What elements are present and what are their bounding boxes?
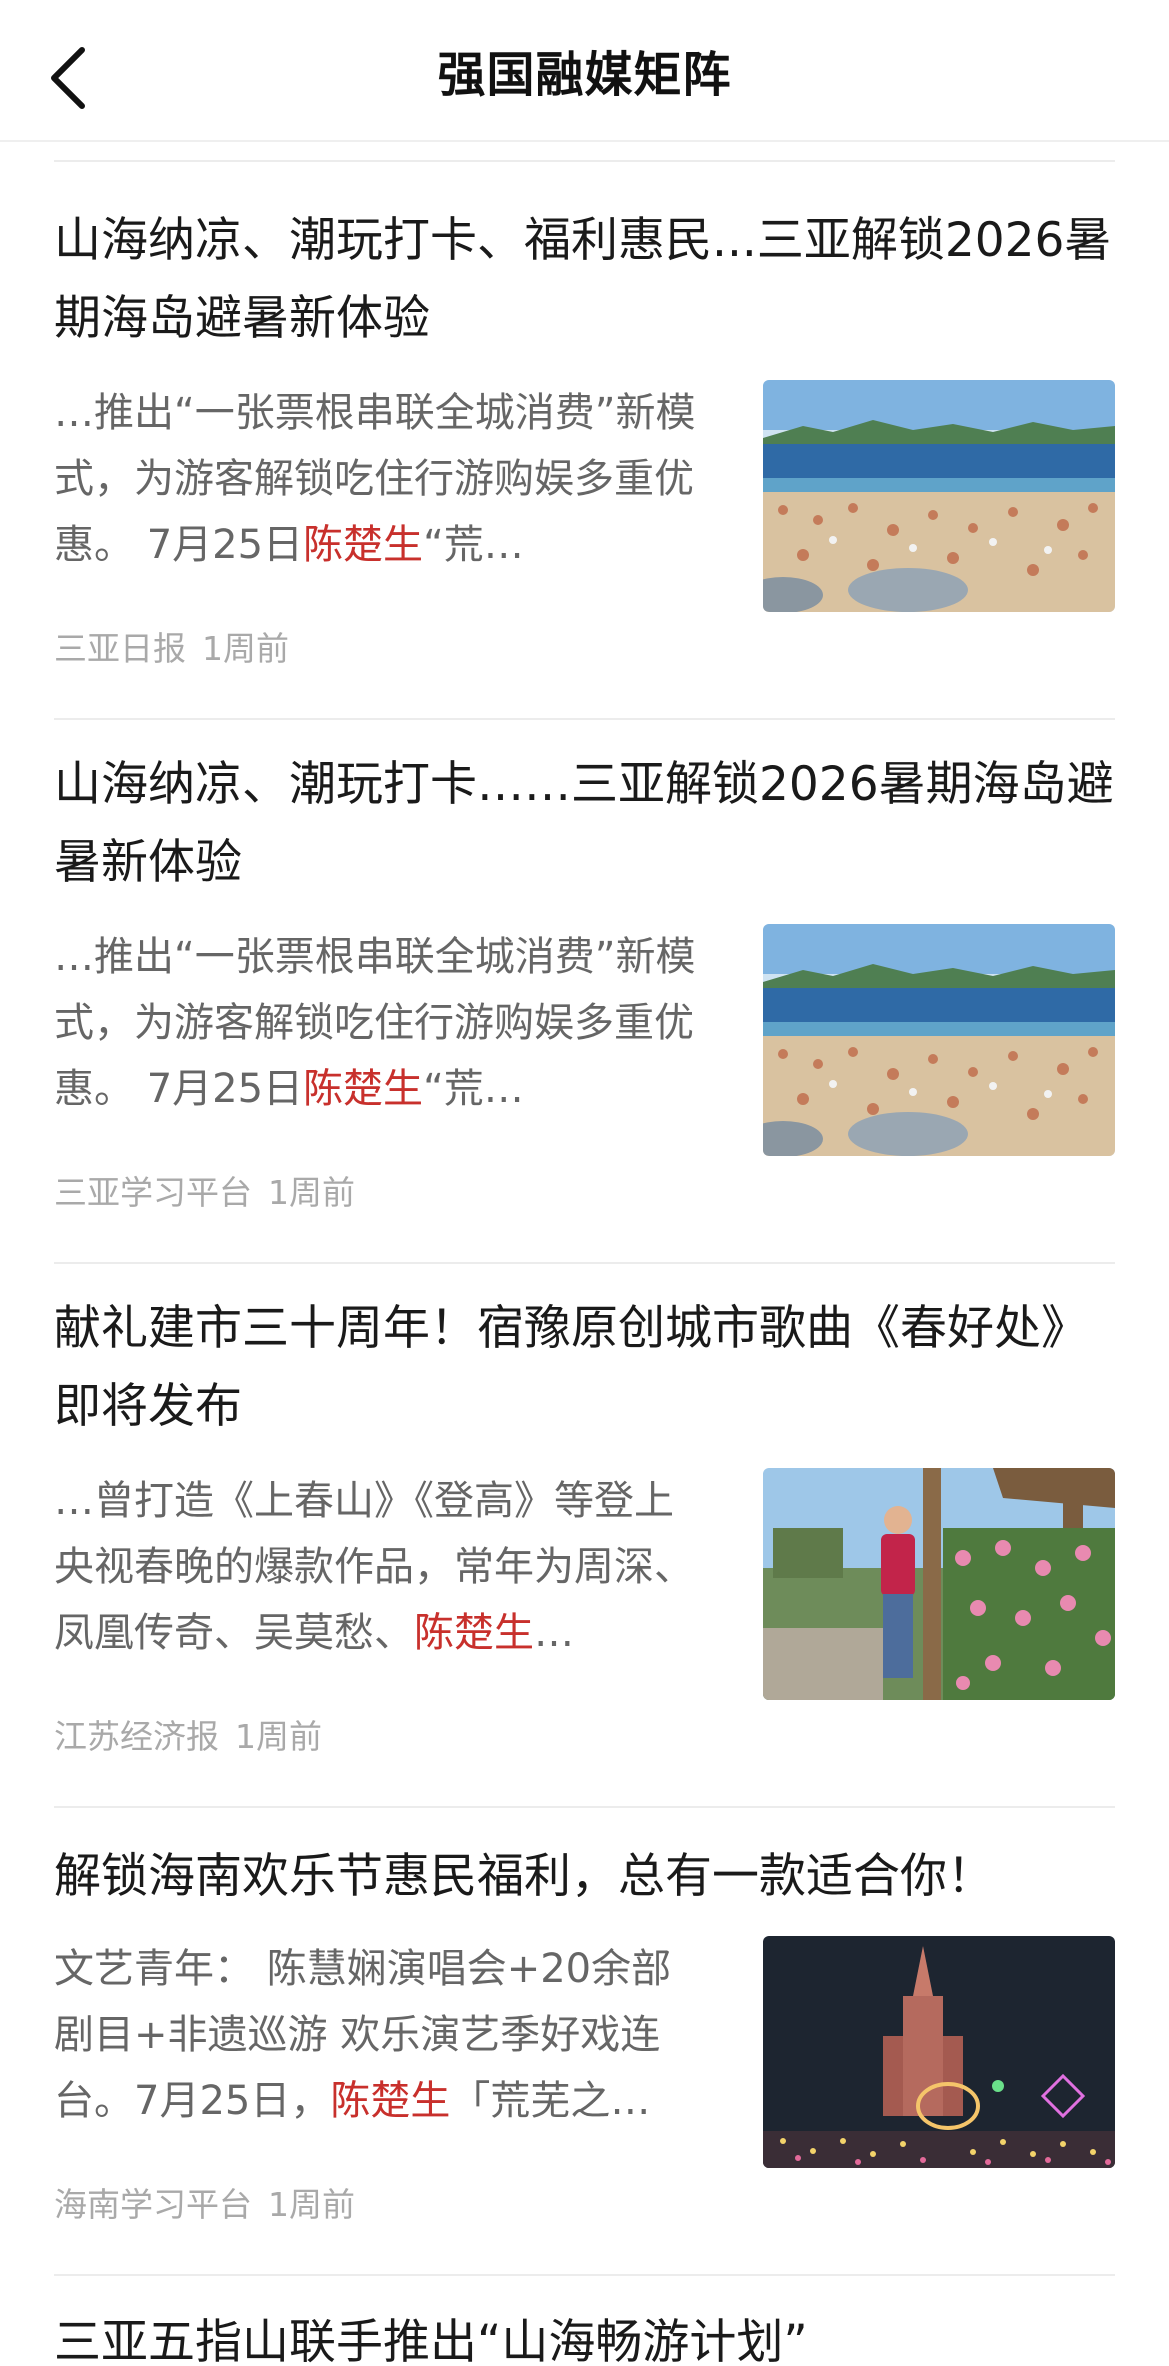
highlight-keyword: 陈楚生 bbox=[414, 1610, 534, 1656]
divider bbox=[54, 1806, 1115, 1808]
beach-photo bbox=[763, 380, 1115, 612]
night-castle-photo bbox=[763, 1936, 1115, 2168]
news-thumbnail[interactable] bbox=[763, 1468, 1115, 1700]
news-source: 海南学习平台 bbox=[54, 2185, 252, 2224]
news-time: 1周前 bbox=[202, 629, 289, 668]
highlight-keyword: 陈楚生 bbox=[330, 2078, 451, 2124]
news-snippet: …曾打造《上春山》《登高》等登上央视春晚的爆款作品，常年为周深、凤凰传奇、吴莫愁… bbox=[54, 1478, 694, 1656]
news-time: 1周前 bbox=[268, 1173, 355, 1212]
highlight-keyword: 陈楚生 bbox=[303, 1066, 424, 1112]
news-thumbnail[interactable] bbox=[763, 1936, 1115, 2168]
top-bar: 强国融媒矩阵 bbox=[0, 0, 1169, 142]
news-item[interactable]: 解锁海南欢乐节惠民福利，总有一款适合你！ 文艺青年： 陈慧娴演唱会+20余部剧目… bbox=[54, 1838, 1115, 2276]
divider bbox=[54, 160, 1115, 162]
news-meta: 江苏经济报 1周前 bbox=[54, 1712, 1115, 1762]
news-source: 三亚学习平台 bbox=[54, 1173, 252, 1212]
beach-photo bbox=[763, 924, 1115, 1156]
news-source: 江苏经济报 bbox=[54, 1717, 219, 1756]
man-with-roses-photo bbox=[763, 1468, 1115, 1700]
news-item[interactable]: 山海纳凉、潮玩打卡……三亚解锁2026暑期海岛避暑新体验 …推出“一张票根串联全… bbox=[54, 746, 1115, 1264]
news-thumbnail[interactable] bbox=[763, 380, 1115, 612]
news-title[interactable]: 三亚五指山联手推出“山海畅游计划” bbox=[54, 2304, 1115, 2366]
news-snippet: …推出“一张票根串联全城消费”新模式，为游客解锁吃住行游购娱多重优惠。 7月25… bbox=[54, 934, 696, 1112]
highlight-keyword: 陈楚生 bbox=[303, 522, 424, 568]
news-item[interactable]: 山海纳凉、潮玩打卡、福利惠民...三亚解锁2026暑期海岛避暑新体验 …推出“一… bbox=[54, 202, 1115, 720]
page-title: 强国融媒矩阵 bbox=[437, 47, 732, 103]
news-title[interactable]: 献礼建市三十周年！宿豫原创城市歌曲《春好处》即将发布 bbox=[54, 1290, 1115, 1446]
news-thumbnail[interactable] bbox=[763, 924, 1115, 1156]
news-item[interactable]: 献礼建市三十周年！宿豫原创城市歌曲《春好处》即将发布 …曾打造《上春山》《登高》… bbox=[54, 1290, 1115, 1808]
news-title[interactable]: 山海纳凉、潮玩打卡……三亚解锁2026暑期海岛避暑新体验 bbox=[54, 746, 1115, 902]
news-title[interactable]: 山海纳凉、潮玩打卡、福利惠民...三亚解锁2026暑期海岛避暑新体验 bbox=[54, 202, 1115, 358]
news-title[interactable]: 解锁海南欢乐节惠民福利，总有一款适合你！ bbox=[54, 1838, 1115, 1916]
divider bbox=[54, 2274, 1115, 2276]
news-meta: 三亚日报 1周前 bbox=[54, 624, 1115, 674]
news-meta: 海南学习平台 1周前 bbox=[54, 2180, 1115, 2230]
divider bbox=[54, 1262, 1115, 1264]
news-snippet: 文艺青年： 陈慧娴演唱会+20余部剧目+非遗巡游 欢乐演艺季好戏连台。7月25日… bbox=[54, 1946, 672, 2124]
news-snippet: …推出“一张票根串联全城消费”新模式，为游客解锁吃住行游购娱多重优惠。 7月25… bbox=[54, 390, 696, 568]
news-time: 1周前 bbox=[268, 2185, 355, 2224]
news-time: 1周前 bbox=[235, 1717, 322, 1756]
news-source: 三亚日报 bbox=[54, 629, 186, 668]
news-meta: 三亚学习平台 1周前 bbox=[54, 1168, 1115, 1218]
news-item[interactable]: 三亚五指山联手推出“山海畅游计划” bbox=[54, 2304, 1115, 2366]
divider bbox=[54, 718, 1115, 720]
